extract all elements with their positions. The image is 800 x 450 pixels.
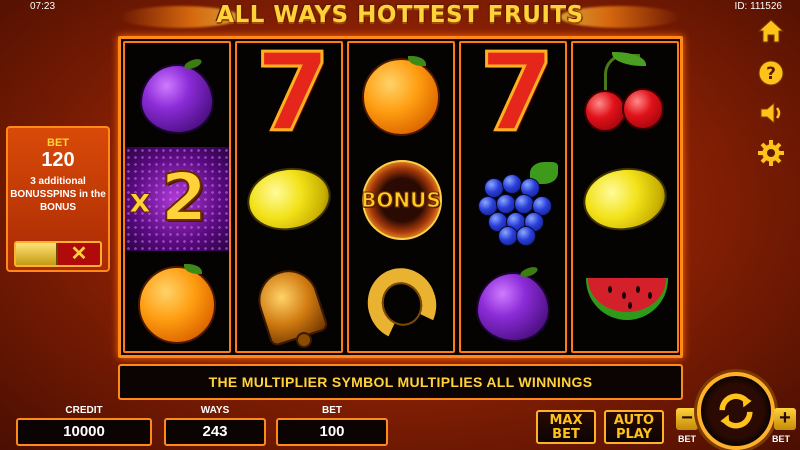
- game-title: ALL WAYS HOTTEST FRUITS: [216, 2, 584, 28]
- reel-2: 7: [235, 31, 343, 355]
- bonus-spins-message: 3 additional BONUSSPINS in the BONUS: [10, 176, 106, 213]
- symbol-multiplier: x 2: [125, 147, 229, 251]
- symbol-lemon: [573, 147, 677, 251]
- symbol-bonus: BONUS: [349, 147, 453, 251]
- symbol-plum: [125, 43, 229, 147]
- bonus-label: BONUS: [361, 188, 442, 213]
- symbol-plum: [461, 251, 565, 355]
- symbol-horseshoe: [349, 251, 453, 355]
- bet-counter: BET 100: [276, 405, 388, 446]
- bonus-bet-toggle[interactable]: ✕: [14, 241, 102, 267]
- auto-play-button[interactable]: AUTO PLAY: [604, 410, 664, 444]
- reel-3: BONUS: [347, 41, 455, 353]
- bet-decrease-label: BET: [678, 434, 696, 444]
- bet-label: BET: [322, 405, 342, 416]
- reel-5: [571, 41, 679, 353]
- symbol-cherries: [573, 43, 677, 147]
- title-banner: ALL WAYS HOTTEST FRUITS: [120, 0, 680, 34]
- symbol-grapes: [461, 147, 565, 251]
- ways-label: WAYS: [200, 405, 230, 416]
- symbol-seven: 7: [254, 31, 332, 156]
- bet-info-panel: BET 120 3 additional BONUSSPINS in the B…: [6, 126, 110, 272]
- reel-4: 7: [459, 31, 567, 355]
- session-id: ID: 111526: [734, 1, 782, 12]
- symbol-watermelon: [573, 251, 677, 355]
- symbol-seven: 7: [478, 31, 556, 156]
- symbol-bell: [237, 251, 341, 355]
- info-message-bar: THE MULTIPLIER SYMBOL MULTIPLIES ALL WIN…: [118, 364, 683, 400]
- settings-icon[interactable]: [756, 138, 786, 168]
- sound-icon[interactable]: [756, 98, 786, 128]
- spin-button[interactable]: [697, 372, 775, 450]
- close-icon[interactable]: ✕: [58, 243, 100, 265]
- symbol-orange: [349, 43, 453, 147]
- bet-info-value: 120: [41, 149, 75, 171]
- credit-label: CREDIT: [65, 405, 103, 416]
- credit-value: 10000: [16, 418, 152, 446]
- multiplier-x: x: [129, 181, 152, 222]
- ways-value: 243: [164, 418, 266, 446]
- reel-grid: x 2 7 BONUS 7: [118, 36, 683, 358]
- home-icon[interactable]: [756, 16, 786, 46]
- bet-decrease-button[interactable]: −: [676, 408, 698, 430]
- help-icon[interactable]: ?: [756, 58, 786, 88]
- reel-1: x 2: [123, 41, 231, 353]
- multiplier-value: 2: [160, 158, 208, 237]
- credit-counter: CREDIT 10000: [16, 405, 152, 446]
- clock: 07:23: [30, 1, 56, 12]
- svg-text:?: ?: [766, 64, 776, 84]
- max-bet-button[interactable]: MAX BET: [536, 410, 596, 444]
- symbol-orange: [125, 251, 229, 355]
- ways-counter: WAYS 243: [164, 405, 266, 446]
- bet-info-label: BET: [47, 137, 69, 149]
- bet-increase-label: BET: [772, 434, 790, 444]
- toggle-knob[interactable]: [16, 243, 58, 265]
- refresh-arrows-icon: [719, 393, 753, 429]
- bet-increase-button[interactable]: +: [774, 408, 796, 430]
- bet-value: 100: [276, 418, 388, 446]
- symbol-lemon: [237, 147, 341, 251]
